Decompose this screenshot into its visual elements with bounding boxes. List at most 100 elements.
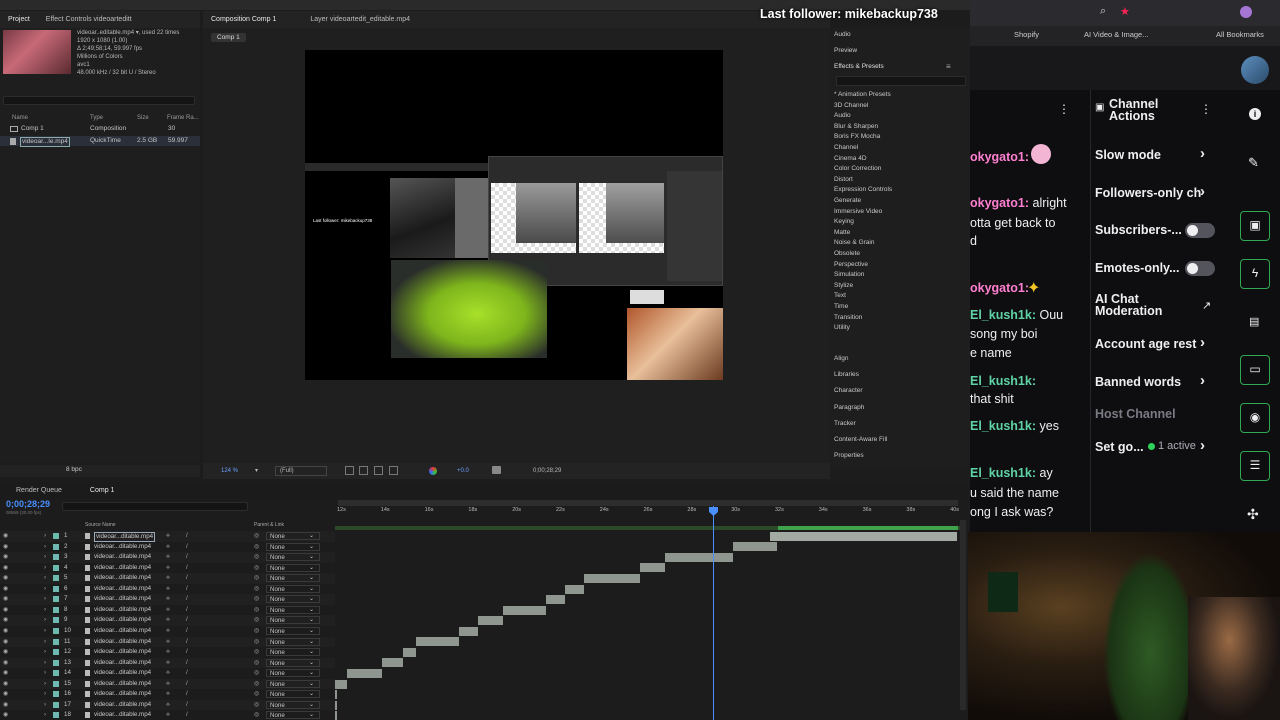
shy-icon[interactable]: ⟡ xyxy=(166,615,170,626)
label-color-icon[interactable] xyxy=(53,627,59,634)
effects-category-item[interactable]: Audio xyxy=(834,111,851,122)
quality-icon[interactable]: / xyxy=(186,542,188,553)
effects-category-item[interactable]: Stylize xyxy=(834,281,853,292)
pickwhip-icon[interactable]: ◎ xyxy=(254,700,259,711)
layer-name[interactable]: videoar...ditable.mp4 xyxy=(94,700,151,711)
layer-duration-bar[interactable] xyxy=(733,542,777,552)
chevron-down-icon[interactable]: ⌄ xyxy=(309,647,314,658)
shy-icon[interactable]: ⟡ xyxy=(166,552,170,563)
bookmark-ai-video[interactable]: AI Video & Image... xyxy=(1084,30,1148,39)
eye-icon[interactable]: ◉ xyxy=(3,658,8,669)
layer-row[interactable]: ◉ › 10 videoar...ditable.mp4 ⟡ / ◎ None ⌄ xyxy=(0,626,335,637)
layer-name[interactable]: videoar...ditable.mp4 xyxy=(94,615,151,626)
pickwhip-icon[interactable]: ◎ xyxy=(254,605,259,616)
eye-icon[interactable]: ◉ xyxy=(3,668,8,679)
external-link-icon[interactable]: ↗ xyxy=(1202,299,1211,312)
layer-name[interactable]: videoar...ditable.mp4 xyxy=(94,584,151,595)
panel-audio[interactable]: Audio xyxy=(834,31,851,38)
effects-category-item[interactable]: Immersive Video xyxy=(834,207,882,218)
clipboard-icon[interactable]: ▤ xyxy=(1249,315,1259,328)
expand-chevron-icon[interactable]: › xyxy=(44,710,46,720)
layer-row[interactable]: ◉ › 13 videoar...ditable.mp4 ⟡ / ◎ None ⌄ xyxy=(0,657,335,669)
layer-row[interactable]: ◉ › 14 videoar...ditable.mp4 ⟡ / ◎ None ⌄ xyxy=(0,668,335,679)
followers-only-item[interactable]: Followers-only ch xyxy=(1095,186,1201,200)
label-color-icon[interactable] xyxy=(53,691,59,698)
panel-character[interactable]: Character xyxy=(834,387,863,394)
current-time-indicator[interactable] xyxy=(713,506,714,720)
layer-name[interactable]: videoar...ditable.mp4 xyxy=(94,605,151,616)
col-parent-link[interactable]: Parent & Link xyxy=(254,522,284,528)
pickwhip-icon[interactable]: ◎ xyxy=(254,615,259,626)
label-color-icon[interactable] xyxy=(53,670,59,677)
layer-duration-bar[interactable] xyxy=(478,616,503,626)
label-color-icon[interactable] xyxy=(53,617,59,624)
eye-icon[interactable]: ◉ xyxy=(3,679,8,690)
eye-icon[interactable]: ◉ xyxy=(3,584,8,595)
quality-icon[interactable]: / xyxy=(186,700,188,711)
pickwhip-icon[interactable]: ◎ xyxy=(254,563,259,574)
panel-libraries[interactable]: Libraries xyxy=(834,371,859,378)
layer-row[interactable]: ◉ › 9 videoar...ditable.mp4 ⟡ / ◎ None ⌄ xyxy=(0,615,335,626)
pickwhip-icon[interactable]: ◎ xyxy=(254,626,259,637)
eye-icon[interactable]: ◉ xyxy=(3,626,8,637)
eye-icon[interactable]: ◉ xyxy=(3,573,8,584)
eye-icon[interactable]: ◉ xyxy=(3,594,8,605)
layer-row[interactable]: ◉ › 7 videoar...ditable.mp4 ⟡ / ◎ None ⌄ xyxy=(0,594,335,605)
camera-icon[interactable] xyxy=(492,466,501,474)
layer-row[interactable]: ◉ › 3 videoar...ditable.mp4 ⟡ / ◎ None ⌄ xyxy=(0,552,335,563)
layer-name[interactable]: videoar...ditable.mp4 xyxy=(94,689,151,700)
eye-icon[interactable]: ◉ xyxy=(3,605,8,616)
label-color-icon[interactable] xyxy=(53,575,59,582)
label-color-icon[interactable] xyxy=(53,564,59,571)
info-icon[interactable]: i xyxy=(1249,108,1261,120)
label-color-icon[interactable] xyxy=(53,585,59,592)
label-color-icon[interactable] xyxy=(53,554,59,561)
effects-category-item[interactable]: 3D Channel xyxy=(834,101,868,112)
shy-icon[interactable]: ⟡ xyxy=(166,679,170,690)
chevron-down-icon[interactable]: ⌄ xyxy=(309,584,314,595)
expand-chevron-icon[interactable]: › xyxy=(44,584,46,595)
shy-icon[interactable]: ⟡ xyxy=(166,658,170,669)
chevron-down-icon[interactable]: ⌄ xyxy=(309,531,314,542)
tab-comp1-timeline[interactable]: Comp 1 xyxy=(82,482,123,499)
timeline-scrollbar[interactable] xyxy=(960,520,966,710)
chat-username[interactable]: El_kush1k: xyxy=(970,466,1036,480)
eye-icon[interactable]: ◉ xyxy=(3,531,8,542)
layer-duration-bar[interactable] xyxy=(770,531,957,541)
shy-icon[interactable]: ⟡ xyxy=(166,689,170,700)
layer-row[interactable]: ◉ › 2 videoar...ditable.mp4 ⟡ / ◎ None ⌄ xyxy=(0,542,335,553)
pickwhip-icon[interactable]: ◎ xyxy=(254,668,259,679)
quality-icon[interactable]: / xyxy=(186,626,188,637)
panel-properties[interactable]: Properties xyxy=(834,452,864,459)
panel-align[interactable]: Align xyxy=(834,355,848,362)
shy-icon[interactable]: ⟡ xyxy=(166,584,170,595)
tab-render-queue[interactable]: Render Queue xyxy=(8,482,70,499)
quality-icon[interactable]: / xyxy=(186,563,188,574)
bookmark-all[interactable]: All Bookmarks xyxy=(1216,30,1264,39)
chevron-down-icon[interactable]: ⌄ xyxy=(309,679,314,690)
pickwhip-icon[interactable]: ◎ xyxy=(254,689,259,700)
host-channel-item[interactable]: Host Channel xyxy=(1095,407,1176,421)
quality-icon[interactable]: / xyxy=(186,552,188,563)
tab-effect-controls[interactable]: Effect Controls videoarteditt xyxy=(38,11,140,28)
layer-row[interactable]: ◉ › 17 videoar...ditable.mp4 ⟡ / ◎ None ⌄ xyxy=(0,699,335,711)
effects-category-item[interactable]: Simulation xyxy=(834,270,864,281)
search-icon[interactable]: ⌕ xyxy=(1100,5,1106,18)
quality-icon[interactable]: / xyxy=(186,679,188,690)
chevron-down-icon[interactable]: ⌄ xyxy=(309,615,314,626)
chevron-down-icon[interactable]: ⌄ xyxy=(309,552,314,563)
layer-name[interactable]: videoar...ditable.mp4 xyxy=(94,563,151,574)
quality-icon[interactable]: / xyxy=(186,668,188,679)
shy-icon[interactable]: ⟡ xyxy=(166,710,170,720)
layer-duration-bar[interactable] xyxy=(583,574,640,583)
panel-tracker[interactable]: Tracker xyxy=(834,420,856,427)
project-item-footage[interactable]: videoar...le.mp4 QuickTime 2.5 GB 59.997 xyxy=(0,136,200,147)
layer-duration-bar[interactable] xyxy=(459,626,479,636)
expand-chevron-icon[interactable]: › xyxy=(44,637,46,648)
chevron-down-icon[interactable]: ⌄ xyxy=(309,710,314,720)
expand-chevron-icon[interactable]: › xyxy=(44,668,46,679)
layer-duration-bar[interactable] xyxy=(664,552,734,562)
effects-category-item[interactable]: Transition xyxy=(834,313,862,324)
effects-category-item[interactable]: Blur & Sharpen xyxy=(834,122,878,133)
effects-category-item[interactable]: Noise & Grain xyxy=(834,238,874,249)
